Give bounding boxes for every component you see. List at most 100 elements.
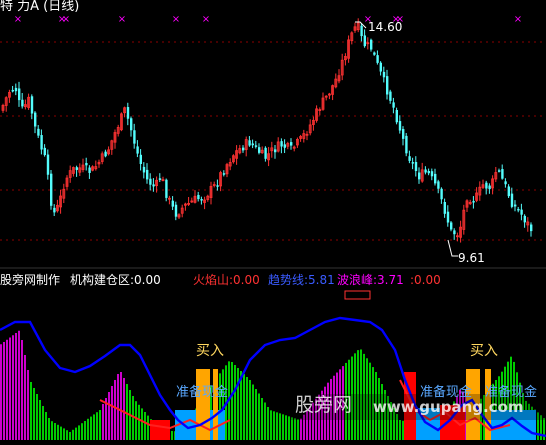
candle xyxy=(318,107,322,116)
candle xyxy=(149,173,152,191)
candle xyxy=(27,93,31,110)
candle xyxy=(97,159,101,168)
candle xyxy=(311,116,315,131)
candle-body xyxy=(50,173,53,206)
candle xyxy=(386,69,389,100)
jigou-label: 机构建仓区:0.00 xyxy=(70,273,161,287)
candle xyxy=(481,179,485,189)
candle-body xyxy=(34,112,37,127)
candle-body xyxy=(43,147,46,156)
candle xyxy=(200,196,203,205)
candle-body xyxy=(136,146,139,154)
candle xyxy=(85,157,88,171)
candle-body xyxy=(216,185,219,187)
candle-body xyxy=(174,204,178,217)
candle xyxy=(450,221,453,232)
candle xyxy=(523,214,526,228)
candle-body xyxy=(437,181,440,189)
candle xyxy=(437,179,440,194)
price-high-label: 14.60 xyxy=(368,20,403,34)
candle xyxy=(104,149,107,158)
candle xyxy=(190,197,194,203)
candle xyxy=(347,35,351,63)
candle xyxy=(203,196,207,210)
candle xyxy=(475,187,479,203)
candle xyxy=(453,228,456,240)
candle xyxy=(270,141,274,158)
candle xyxy=(142,162,146,179)
candle-body xyxy=(520,209,523,215)
candle xyxy=(18,81,21,107)
candle-body xyxy=(360,25,363,37)
candle xyxy=(136,140,139,158)
candle-body xyxy=(514,204,517,207)
candle xyxy=(530,222,533,237)
candle xyxy=(123,106,126,118)
candle-body xyxy=(158,178,162,180)
candle xyxy=(11,85,14,93)
candle xyxy=(295,137,299,148)
jigou-title: 机构建仓区: xyxy=(70,273,135,287)
candle xyxy=(427,168,430,176)
candle xyxy=(216,179,219,191)
candlestick-series xyxy=(1,18,533,243)
candle-body xyxy=(507,186,510,197)
candle xyxy=(46,149,50,180)
marker-0: × xyxy=(14,14,22,25)
prepare-cash-1: 准备现金 xyxy=(176,385,229,400)
watermark-url: www.gupang.com xyxy=(373,398,524,416)
candle xyxy=(78,163,82,177)
candle-body xyxy=(414,162,418,172)
candle xyxy=(209,181,213,205)
candle-body xyxy=(440,188,443,200)
candle xyxy=(212,181,216,188)
candle-body xyxy=(152,184,155,187)
candle-body xyxy=(446,211,450,223)
watermark-cn: 股旁网 xyxy=(295,394,353,416)
bolangfeng-label: 波浪峰:3.71 xyxy=(337,273,404,287)
candle xyxy=(177,213,181,220)
candle xyxy=(231,154,235,164)
candle-body xyxy=(408,156,411,161)
candle xyxy=(75,165,78,177)
candle xyxy=(228,158,232,171)
candle xyxy=(395,107,398,125)
candle xyxy=(113,129,117,149)
candle-body xyxy=(523,215,526,223)
candle xyxy=(171,196,174,211)
candle-body xyxy=(149,178,152,185)
candle xyxy=(290,138,293,150)
candle xyxy=(248,136,251,147)
stock-chart-canvas: × ×× × × × × ×× × xyxy=(0,14,546,440)
candle-body xyxy=(379,62,382,72)
candle xyxy=(353,22,357,33)
candle xyxy=(334,73,338,89)
candle-body xyxy=(498,170,501,172)
candle xyxy=(56,199,59,213)
candle-body xyxy=(450,222,453,230)
candle xyxy=(337,69,341,84)
candle xyxy=(468,199,472,206)
candle xyxy=(146,163,149,184)
candle xyxy=(478,181,482,201)
candle-body xyxy=(40,135,43,150)
candle-body xyxy=(386,76,389,95)
candle xyxy=(258,143,261,155)
candle xyxy=(459,220,463,243)
bolangfeng-value: 3.71 xyxy=(377,273,404,287)
huoyanshan-title: 火焰山: xyxy=(193,273,234,287)
candle-body xyxy=(248,140,251,146)
candle-body xyxy=(46,154,50,175)
candle-body xyxy=(370,39,373,50)
candle xyxy=(363,29,366,48)
candle-body xyxy=(389,91,392,101)
top-markers: × ×× × × × × ×× × xyxy=(14,14,522,25)
candle xyxy=(91,165,94,172)
candle xyxy=(254,140,258,149)
candle xyxy=(244,136,248,157)
candle xyxy=(30,94,34,120)
candle-body xyxy=(485,182,488,189)
candle-body xyxy=(453,230,456,235)
candle xyxy=(408,150,411,164)
candle xyxy=(126,102,130,126)
